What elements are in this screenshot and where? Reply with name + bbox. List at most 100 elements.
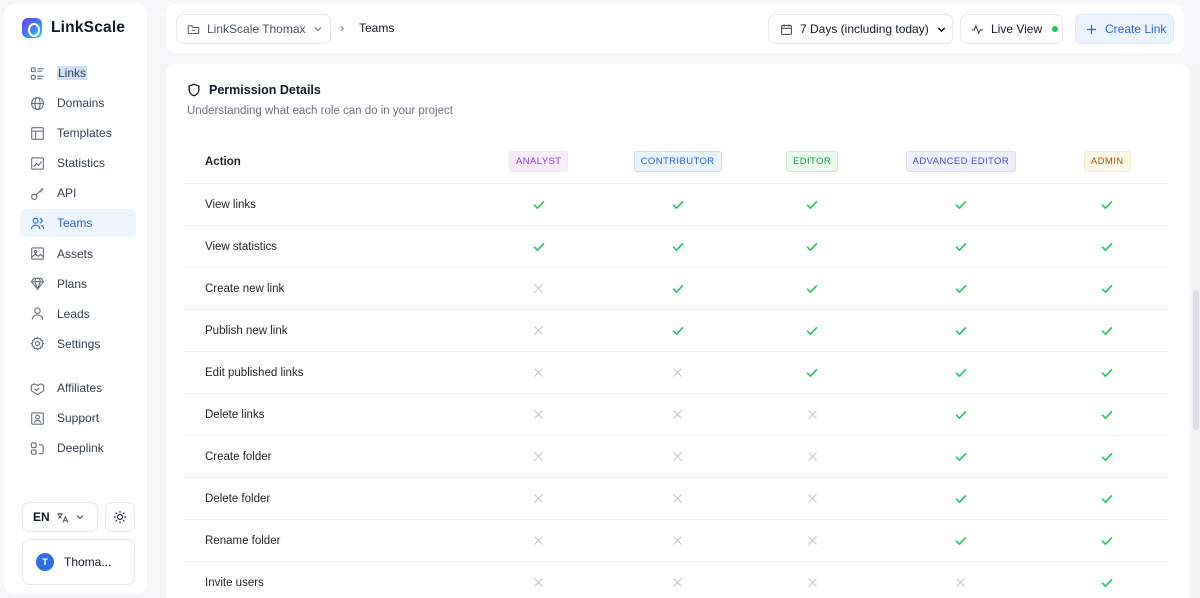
- cross-icon: [533, 409, 544, 420]
- table-row: View statistics: [184, 226, 1168, 268]
- date-range-label: 7 Days (including today): [800, 22, 929, 36]
- plus-icon: [1086, 24, 1097, 34]
- cross-icon: [807, 493, 818, 504]
- permission-cell: [1046, 534, 1168, 548]
- check-icon: [954, 450, 968, 464]
- cross-icon: [807, 535, 818, 546]
- activity-icon: [971, 23, 984, 34]
- sidebar: LinkScale Links Domains Templates Statis…: [4, 4, 147, 594]
- cross-icon: [533, 577, 544, 588]
- support-icon: [31, 411, 44, 425]
- check-icon: [1100, 240, 1114, 254]
- user-menu[interactable]: T Thoma...: [22, 539, 135, 585]
- action-label: Create folder: [205, 450, 272, 463]
- permission-cell: [749, 409, 876, 420]
- sidebar-item-domains[interactable]: Domains: [20, 89, 136, 117]
- cross-icon: [955, 577, 966, 588]
- permission-cell: [471, 198, 606, 212]
- brand-logo-icon: [22, 18, 42, 38]
- sidebar-item-statistics[interactable]: Statistics: [20, 149, 136, 177]
- project-name: LinkScale Thomax: [207, 22, 306, 36]
- sidebar-item-templates[interactable]: Templates: [20, 119, 136, 147]
- check-icon: [671, 282, 685, 296]
- language-selector[interactable]: EN: [22, 502, 98, 532]
- permission-cell: [606, 577, 748, 588]
- sidebar-secondary: Affiliates Support Deeplink: [20, 374, 136, 464]
- sidebar-item-label: Plans: [57, 276, 88, 291]
- permission-cell: [749, 451, 876, 462]
- action-label: Publish new link: [205, 324, 288, 337]
- role-badge-advanced-editor: ADVANCED EDITOR: [905, 151, 1017, 172]
- section-title: Permission Details: [187, 83, 321, 97]
- sidebar-item-leads[interactable]: Leads: [20, 300, 136, 328]
- action-label: View statistics: [205, 240, 278, 253]
- shield-icon: [188, 83, 200, 97]
- permission-cell: [606, 282, 748, 296]
- sidebar-item-assets[interactable]: Assets: [20, 240, 136, 268]
- sidebar-item-teams[interactable]: Teams: [20, 209, 136, 238]
- permission-cell: [749, 282, 876, 296]
- check-icon: [805, 366, 819, 380]
- live-status-dot: [1052, 26, 1059, 32]
- sidebar-item-label: Settings: [57, 336, 101, 351]
- calendar-icon: [781, 23, 792, 35]
- sidebar-item-label: Links: [57, 66, 88, 80]
- table-body: View links View statistics Create new link…: [184, 184, 1168, 598]
- permissions-table: Action ANALYST CONTRIBUTOR EDITOR ADVANC…: [184, 140, 1168, 598]
- permission-cell: [471, 451, 606, 462]
- sidebar-item-label: Templates: [57, 126, 112, 141]
- chevron-down-icon: [314, 27, 321, 32]
- sidebar-item-deeplink[interactable]: Deeplink: [20, 434, 136, 462]
- role-badge-contributor: CONTRIBUTOR: [633, 151, 722, 172]
- permission-cell: [875, 198, 1046, 212]
- permission-cell: [1046, 492, 1168, 506]
- cross-icon: [533, 451, 544, 462]
- chevron-down-icon: [76, 515, 84, 520]
- scrollbar-thumb[interactable]: [1193, 290, 1199, 430]
- check-icon: [1100, 408, 1114, 422]
- permission-cell: [749, 198, 876, 212]
- table-header-row: Action ANALYST CONTRIBUTOR EDITOR ADVANC…: [184, 140, 1168, 184]
- avatar: T: [36, 553, 54, 571]
- cross-icon: [672, 409, 683, 420]
- create-link-label: Create Link: [1105, 22, 1167, 36]
- permission-cell: [606, 535, 748, 546]
- theme-toggle-button[interactable]: [105, 502, 135, 532]
- permission-cell: [875, 492, 1046, 506]
- links-icon: [30, 66, 44, 80]
- sidebar-item-settings[interactable]: Settings: [20, 330, 136, 358]
- breadcrumb-separator: ›: [340, 21, 344, 35]
- cross-icon: [672, 577, 683, 588]
- permission-cell: [749, 240, 876, 254]
- check-icon: [532, 240, 546, 254]
- action-label: Create new link: [205, 282, 285, 295]
- permission-cell: [1046, 576, 1168, 590]
- check-icon: [805, 240, 819, 254]
- permission-cell: [471, 240, 606, 254]
- breadcrumb: Teams: [359, 21, 395, 35]
- sidebar-item-plans[interactable]: Plans: [20, 270, 136, 298]
- permission-cell: [875, 366, 1046, 380]
- date-range-selector[interactable]: 7 Days (including today): [768, 14, 953, 44]
- permission-cell: [471, 493, 606, 504]
- check-icon: [1100, 324, 1114, 338]
- brand[interactable]: LinkScale: [22, 18, 125, 38]
- check-icon: [954, 366, 968, 380]
- project-selector[interactable]: LinkScale Thomax: [176, 14, 331, 44]
- table-row: Rename folder: [184, 520, 1168, 562]
- sidebar-item-api[interactable]: API: [20, 179, 136, 207]
- sidebar-item-links[interactable]: Links: [20, 59, 136, 87]
- users-icon: [30, 217, 45, 230]
- live-view-button[interactable]: Live View: [960, 14, 1063, 44]
- check-icon: [954, 198, 968, 212]
- create-link-button[interactable]: Create Link: [1075, 14, 1174, 44]
- sidebar-item-support[interactable]: Support: [20, 404, 136, 432]
- sidebar-nav: Links Domains Templates Statistics API T…: [20, 59, 136, 360]
- section-subtitle: Understanding what each role can do in y…: [187, 105, 453, 117]
- sidebar-item-label: Support: [57, 411, 100, 426]
- sidebar-item-affiliates[interactable]: Affiliates: [20, 374, 136, 402]
- check-icon: [671, 198, 685, 212]
- action-label: Invite users: [205, 576, 264, 589]
- gear-icon: [30, 336, 45, 351]
- cross-icon: [672, 535, 683, 546]
